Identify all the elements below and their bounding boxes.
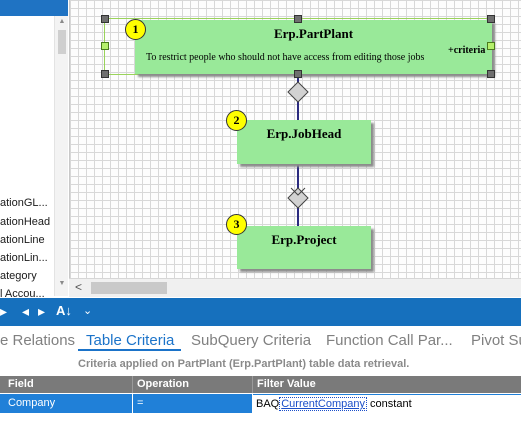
- sort-az-icon[interactable]: A↓: [56, 303, 72, 318]
- tree-vertical-scrollbar[interactable]: ▲ ▼: [54, 16, 68, 296]
- scroll-up-icon[interactable]: ▲: [55, 16, 68, 28]
- tab-subquery-criteria[interactable]: SubQuery Criteria: [191, 332, 311, 349]
- cell-field[interactable]: Company: [0, 394, 132, 413]
- node-number-badge: 3: [226, 214, 247, 235]
- join-diamond-icon: [287, 187, 309, 209]
- tree-panel: ationGL... ationHead ationLine ationLin.…: [0, 0, 68, 300]
- nav-right-icon[interactable]: ▸: [38, 303, 45, 320]
- column-header-filter-value[interactable]: Filter Value: [257, 378, 316, 390]
- grid-header: Field Operation Filter Value: [0, 376, 521, 393]
- tab-relations[interactable]: e Relations: [0, 332, 75, 349]
- resize-handle[interactable]: [294, 70, 302, 78]
- tree-item[interactable]: ationGL...: [0, 197, 48, 209]
- resize-handle[interactable]: [101, 42, 109, 50]
- node-number-badge: 2: [226, 110, 247, 131]
- column-header-operation[interactable]: Operation: [137, 378, 189, 390]
- tab-table-criteria[interactable]: Table Criteria: [86, 332, 174, 349]
- column-header-field[interactable]: Field: [8, 378, 34, 390]
- resize-handle[interactable]: [101, 15, 109, 23]
- table-row[interactable]: Company = BAQ CurrentCompany constant: [0, 394, 521, 413]
- criteria-tag: +criteria: [448, 45, 486, 56]
- node-title: Erp.Project: [271, 232, 337, 247]
- column-divider: [132, 376, 133, 393]
- table-node-partplant[interactable]: Erp.PartPlant To restrict people who sho…: [135, 20, 492, 74]
- resize-handle[interactable]: [294, 15, 302, 23]
- tab-pivot[interactable]: Pivot Su: [471, 332, 521, 349]
- scrollbar-thumb[interactable]: [58, 30, 66, 54]
- node-note: To restrict people who should not have a…: [146, 52, 425, 63]
- table-node-project[interactable]: Erp.Project: [237, 226, 371, 269]
- node-number-badge: 1: [125, 19, 146, 40]
- tree-item[interactable]: ationHead: [0, 216, 50, 228]
- resize-handle[interactable]: [487, 15, 495, 23]
- resize-handle[interactable]: [487, 70, 495, 78]
- scroll-left-icon[interactable]: <: [75, 280, 82, 294]
- table-node-jobhead[interactable]: Erp.JobHead: [237, 120, 371, 164]
- tree-item[interactable]: ationLin...: [0, 252, 48, 264]
- tab-function-call-parameters[interactable]: Function Call Par...: [326, 332, 453, 349]
- tree-item[interactable]: ategory: [0, 270, 37, 282]
- cell-operation[interactable]: =: [133, 394, 252, 413]
- scrollbar-thumb[interactable]: [91, 282, 167, 294]
- active-tab-indicator: [78, 349, 181, 351]
- criteria-toolbar: ▸ ◂ ▸ A↓ ⌄: [0, 298, 521, 326]
- current-company-link[interactable]: CurrentCompany: [279, 397, 367, 411]
- tree-item[interactable]: ationLine: [0, 234, 45, 246]
- criteria-description: Criteria applied on PartPlant (Erp.PartP…: [78, 358, 410, 370]
- nav-left-icon[interactable]: ◂: [22, 303, 29, 320]
- criteria-tabs: e Relations Table Criteria SubQuery Crit…: [0, 326, 521, 356]
- column-divider: [252, 376, 253, 393]
- resize-handle[interactable]: [101, 70, 109, 78]
- tree-selected-row[interactable]: [0, 0, 68, 16]
- resize-handle[interactable]: [487, 42, 495, 50]
- filter-prefix: BAQ: [256, 398, 280, 410]
- chevron-down-icon[interactable]: ⌄: [83, 304, 92, 317]
- query-diagram-canvas[interactable]: Erp.PartPlant To restrict people who sho…: [69, 0, 521, 278]
- cell-filter-value[interactable]: BAQ CurrentCompany constant: [253, 394, 521, 413]
- scroll-down-icon[interactable]: ▼: [55, 278, 68, 290]
- node-title: Erp.PartPlant: [273, 26, 354, 41]
- canvas-horizontal-scrollbar[interactable]: <: [69, 278, 521, 297]
- node-title: Erp.JobHead: [266, 126, 342, 141]
- filter-suffix: constant: [367, 398, 412, 410]
- join-diamond-icon: [287, 81, 309, 103]
- play-icon[interactable]: ▸: [0, 303, 7, 320]
